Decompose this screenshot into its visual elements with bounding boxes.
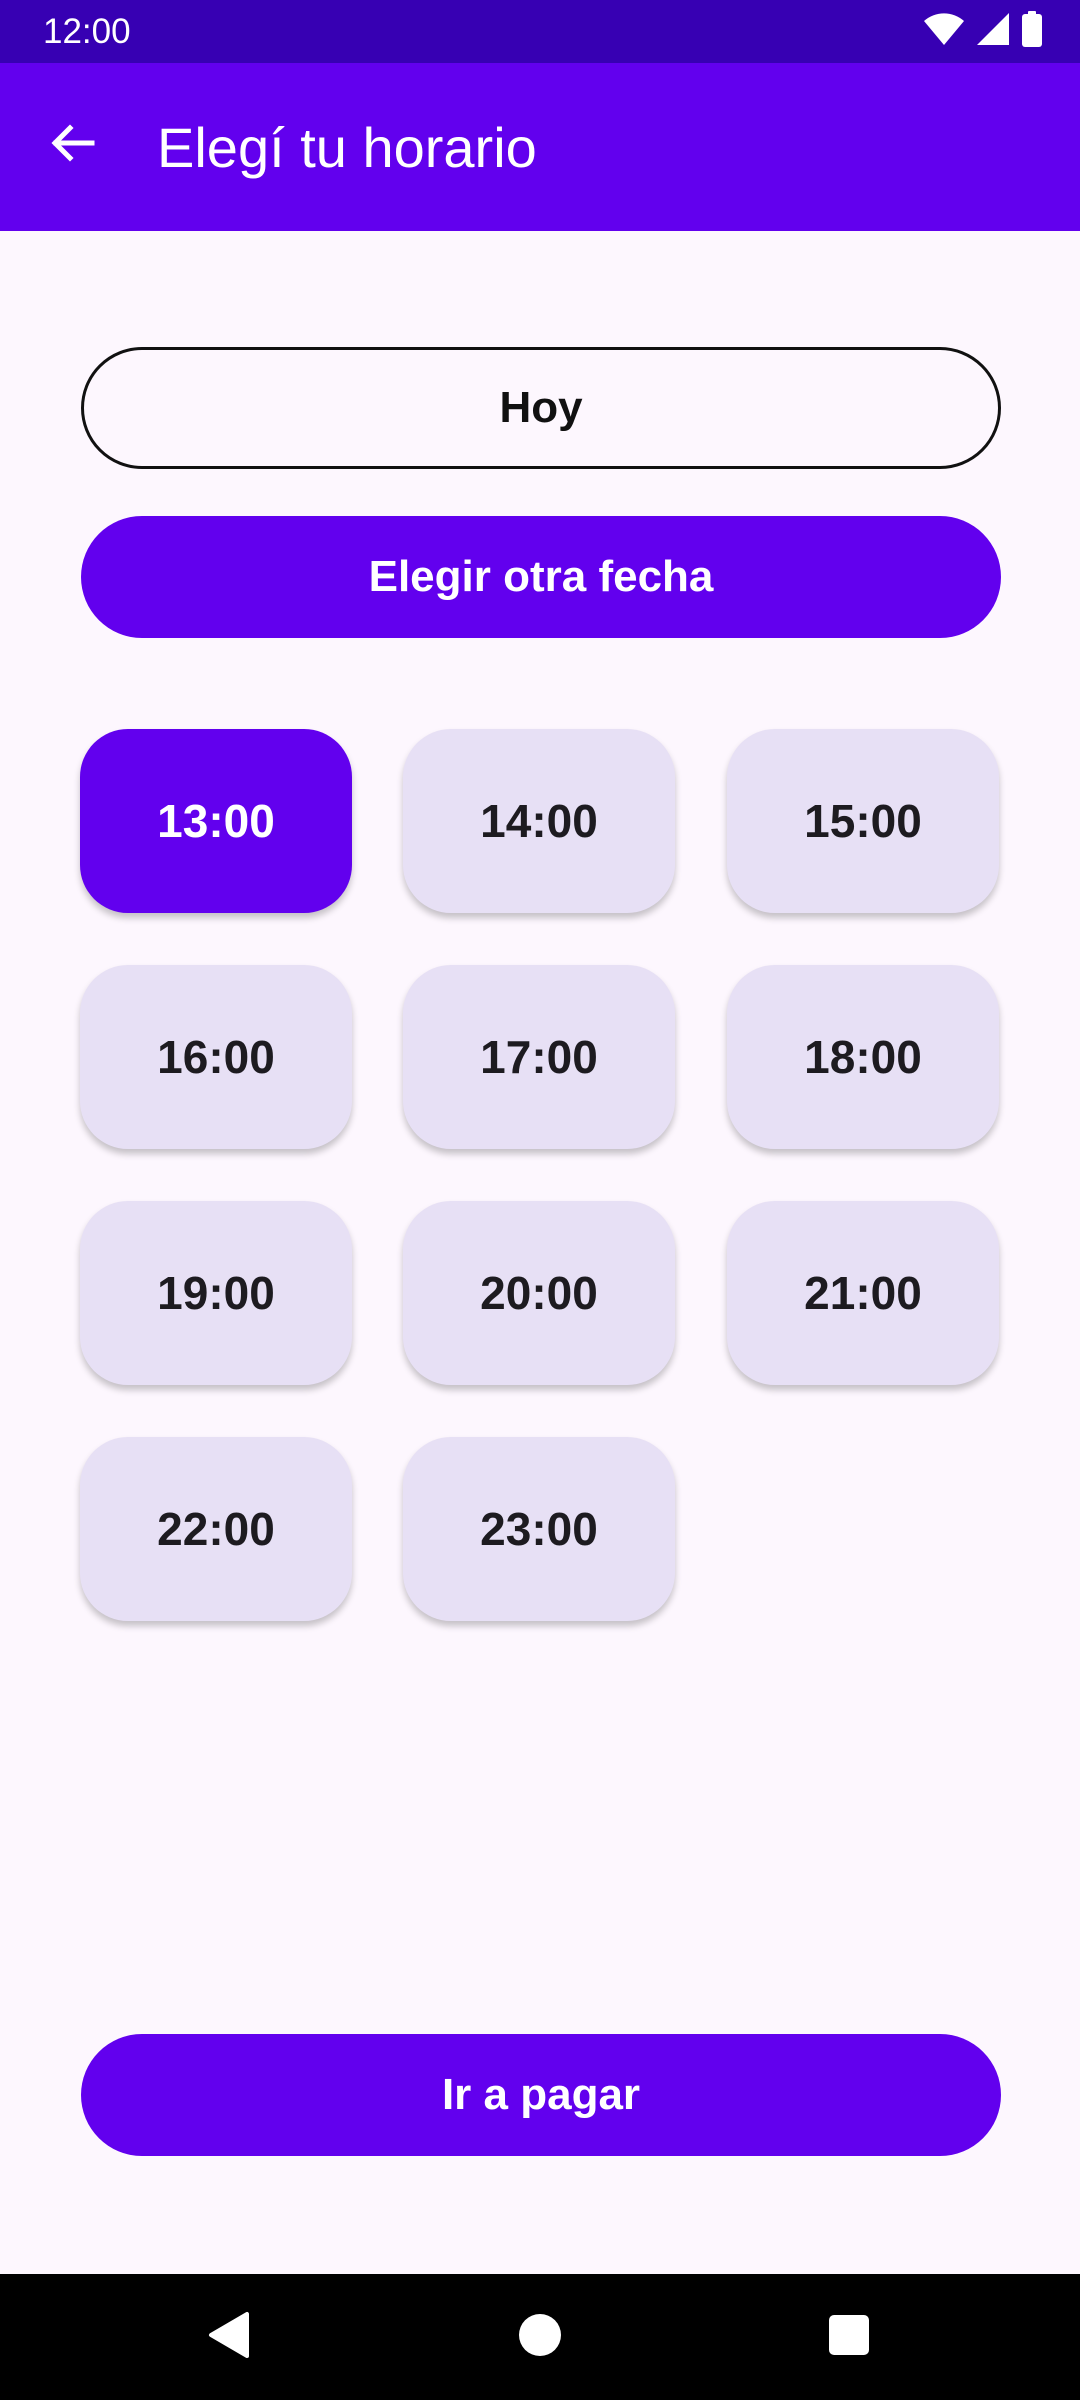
- time-slot-2000[interactable]: 20:00: [403, 1201, 675, 1385]
- time-slot-label: 23:00: [480, 1503, 598, 1555]
- time-slot-label: 17:00: [480, 1031, 598, 1083]
- system-nav-bar: [0, 2274, 1080, 2400]
- nav-home-button[interactable]: [500, 2297, 580, 2377]
- choose-other-date-label: Elegir otra fecha: [368, 552, 714, 601]
- go-to-pay-button[interactable]: Ir a pagar: [81, 2034, 1001, 2156]
- time-slot-label: 16:00: [157, 1031, 275, 1083]
- cell-signal-icon: [976, 12, 1010, 51]
- time-slot-1300[interactable]: 13:00: [80, 729, 352, 913]
- time-slot-1500[interactable]: 15:00: [727, 729, 999, 913]
- time-slot-label: 19:00: [157, 1267, 275, 1319]
- wifi-icon: [924, 12, 964, 51]
- arrow-back-icon: [48, 119, 96, 172]
- page-title: Elegí tu horario: [157, 116, 537, 179]
- nav-recents-button[interactable]: [809, 2297, 889, 2377]
- time-slot-label: 15:00: [804, 795, 922, 847]
- time-slot-2300[interactable]: 23:00: [403, 1437, 675, 1621]
- time-slot-label: 18:00: [804, 1031, 922, 1083]
- back-button[interactable]: [30, 103, 114, 187]
- time-slot-label: 22:00: [157, 1503, 275, 1555]
- app-bar: Elegí tu horario: [0, 63, 1080, 231]
- time-slot-1400[interactable]: 14:00: [403, 729, 675, 913]
- status-icons: [924, 10, 1042, 52]
- time-slot-label: 14:00: [480, 795, 598, 847]
- nav-back-button[interactable]: [189, 2297, 269, 2377]
- time-slot-label: 13:00: [157, 795, 275, 847]
- nav-home-icon: [518, 2313, 562, 2362]
- time-slot-1800[interactable]: 18:00: [727, 965, 999, 1149]
- status-time: 12:00: [43, 12, 131, 51]
- time-slot-2100[interactable]: 21:00: [727, 1201, 999, 1385]
- time-slot-1600[interactable]: 16:00: [80, 965, 352, 1149]
- go-to-pay-label: Ir a pagar: [441, 2070, 641, 2119]
- time-slot-1700[interactable]: 17:00: [403, 965, 675, 1149]
- battery-icon: [1022, 10, 1042, 52]
- choose-other-date-button[interactable]: Elegir otra fecha: [81, 516, 1001, 638]
- time-slot-label: 20:00: [480, 1267, 598, 1319]
- today-button[interactable]: Hoy: [81, 347, 1001, 469]
- nav-recents-icon: [828, 2314, 870, 2361]
- time-slot-1900[interactable]: 19:00: [80, 1201, 352, 1385]
- time-slot-label: 21:00: [804, 1267, 922, 1319]
- today-button-label: Hoy: [499, 383, 583, 432]
- status-bar: 12:00: [0, 0, 1080, 63]
- time-slot-2200[interactable]: 22:00: [80, 1437, 352, 1621]
- nav-back-icon: [207, 2311, 251, 2364]
